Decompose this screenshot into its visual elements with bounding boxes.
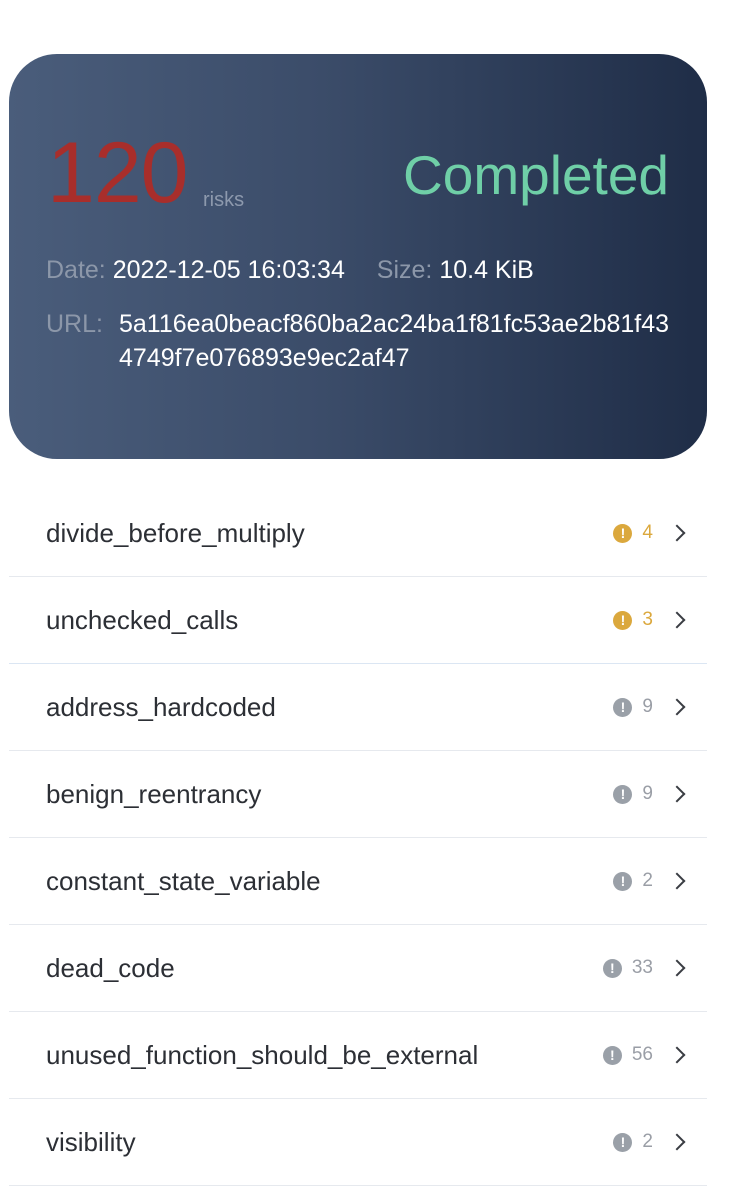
finding-row-divide-before-multiply[interactable]: divide_before_multiply ! 4	[9, 490, 707, 577]
scan-result-page: 120 risks Completed Date: 2022-12-05 16:…	[0, 0, 729, 1200]
finding-count: 9	[642, 783, 653, 804]
finding-name: unchecked_calls	[46, 604, 239, 635]
finding-name: constant_state_variable	[46, 865, 321, 896]
finding-count: 33	[631, 957, 653, 978]
finding-row-address-hardcoded[interactable]: address_hardcoded ! 9	[9, 664, 707, 751]
url-label: URL:	[46, 310, 103, 338]
finding-row-unused-function-should-be-external[interactable]: unused_function_should_be_external ! 56	[9, 1012, 707, 1099]
exclamation-circle-icon: !	[613, 784, 633, 804]
finding-count: 56	[631, 1044, 653, 1065]
exclamation-circle-icon: !	[613, 610, 633, 630]
chevron-right-icon	[668, 698, 686, 716]
risk-unit-label: risks	[203, 189, 245, 211]
finding-name: benign_reentrancy	[46, 778, 262, 809]
finding-count: 2	[642, 1131, 653, 1152]
chevron-right-icon	[668, 785, 686, 803]
exclamation-circle-icon: !	[613, 1132, 633, 1152]
exclamation-circle-icon: !	[613, 697, 633, 717]
finding-row-benign-reentrancy[interactable]: benign_reentrancy ! 9	[9, 751, 707, 838]
finding-count: 3	[642, 609, 653, 630]
url-value: 5a116ea0beacf860ba2ac24ba1f81fc53ae2b81f…	[119, 310, 670, 372]
finding-name: unused_function_should_be_external	[46, 1039, 479, 1070]
scan-status: Completed	[403, 144, 669, 206]
risk-count: 120	[47, 125, 188, 221]
finding-count: 9	[642, 696, 653, 717]
chevron-right-icon	[668, 1046, 686, 1064]
finding-name: address_hardcoded	[46, 691, 276, 722]
finding-count: 2	[642, 870, 653, 891]
meta-date-size-row: Date: 2022-12-05 16:03:34 Size: 10.4 KiB	[46, 254, 534, 287]
exclamation-circle-icon: !	[602, 958, 622, 978]
finding-row-visibility[interactable]: visibility ! 2	[9, 1099, 707, 1186]
size-value: 10.4 KiB	[439, 256, 534, 284]
finding-name: visibility	[46, 1126, 136, 1157]
finding-name: divide_before_multiply	[46, 517, 305, 548]
finding-count: 4	[642, 522, 653, 543]
finding-row-constant-state-variable[interactable]: constant_state_variable ! 2	[9, 838, 707, 925]
finding-row-unchecked-calls[interactable]: unchecked_calls ! 3	[9, 577, 707, 664]
exclamation-circle-icon: !	[602, 1045, 622, 1065]
findings-list: divide_before_multiply ! 4 unchecked_cal…	[9, 490, 707, 1186]
finding-name: dead_code	[46, 952, 175, 983]
chevron-right-icon	[668, 872, 686, 890]
scan-summary-card: 120 risks Completed Date: 2022-12-05 16:…	[9, 54, 707, 459]
meta-url-row: URL: 5a116ea0beacf860ba2ac24ba1f81fc53ae…	[46, 308, 679, 376]
exclamation-circle-icon: !	[613, 871, 633, 891]
chevron-right-icon	[668, 1133, 686, 1151]
chevron-right-icon	[668, 524, 686, 542]
size-label: Size:	[376, 256, 433, 284]
exclamation-circle-icon: !	[613, 523, 633, 543]
chevron-right-icon	[668, 611, 686, 629]
chevron-right-icon	[668, 959, 686, 977]
finding-row-dead-code[interactable]: dead_code ! 33	[9, 925, 707, 1012]
date-value: 2022-12-05 16:03:34	[112, 256, 345, 284]
date-label: Date:	[46, 256, 106, 284]
